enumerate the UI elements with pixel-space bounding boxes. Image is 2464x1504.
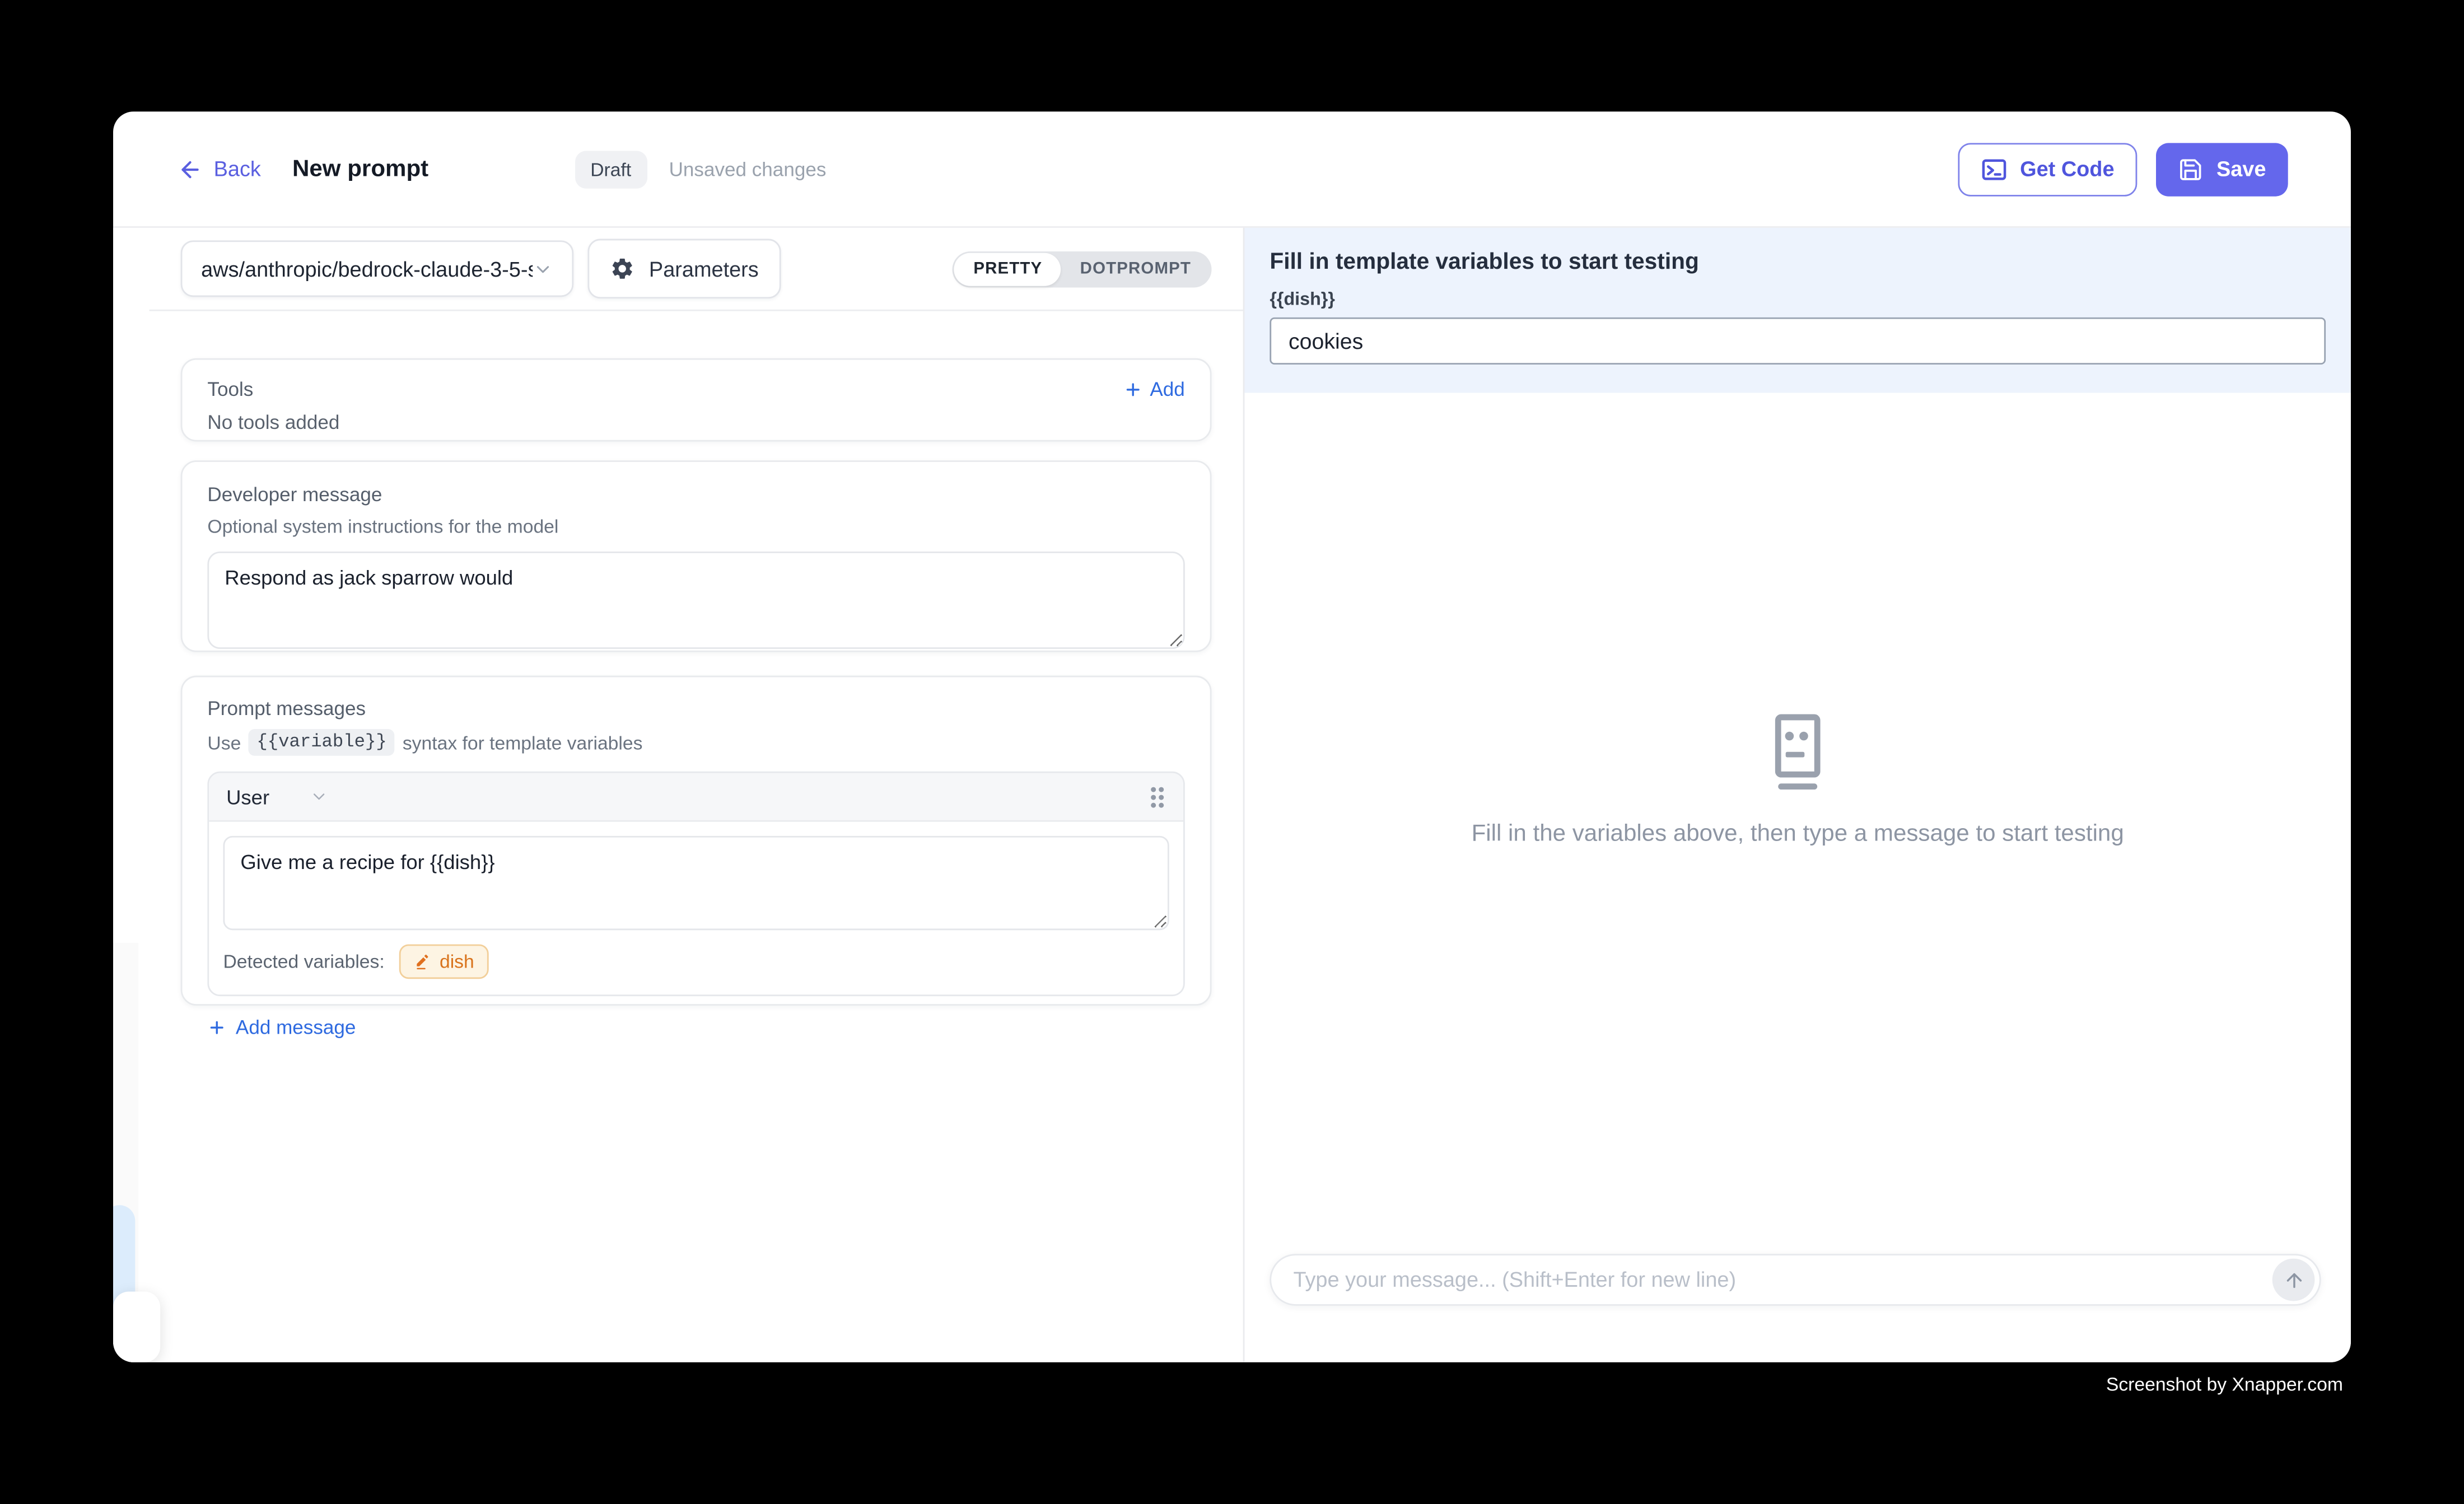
chat-input-placeholder: Type your message... (Shift+Enter for ne… bbox=[1293, 1268, 2272, 1292]
role-value: User bbox=[226, 785, 269, 809]
model-selector-value: aws/anthropic/bedrock-claude-3-5-s... bbox=[201, 257, 533, 281]
chevron-down-icon bbox=[310, 787, 329, 806]
tools-title: Tools bbox=[207, 379, 253, 400]
tools-card: Tools Add No tools added bbox=[181, 358, 1212, 442]
gear-icon bbox=[610, 256, 635, 281]
chevron-down-icon bbox=[533, 259, 553, 279]
terminal-icon bbox=[1982, 156, 2008, 181]
robot-icon bbox=[1762, 713, 1834, 792]
tools-empty-text: No tools added bbox=[207, 412, 1184, 433]
detected-variables-label: Detected variables: bbox=[223, 951, 384, 973]
message-block: User Give me a recipe for bbox=[207, 772, 1184, 996]
pencil-icon bbox=[413, 952, 432, 971]
variable-name-label: {{dish}} bbox=[1270, 291, 2326, 310]
watermark-text: Screenshot by Xnapper.com bbox=[113, 1374, 2343, 1395]
test-panel: Fill in template variables to start test… bbox=[1244, 228, 2351, 1362]
detected-variables-row: Detected variables: dish bbox=[209, 930, 1183, 994]
toggle-option-pretty[interactable]: PRETTY bbox=[955, 252, 1061, 285]
add-tool-button[interactable]: Add bbox=[1123, 379, 1185, 400]
chat-empty-state: Fill in the variables above, then type a… bbox=[1244, 713, 2351, 847]
save-button[interactable]: Save bbox=[2157, 142, 2288, 195]
status-badge: Draft bbox=[575, 150, 647, 188]
subtitle-prefix: Use bbox=[207, 731, 241, 753]
prompt-messages-card: Prompt messages Use {{variable}} syntax … bbox=[181, 676, 1212, 1006]
screen: Back New prompt Draft Unsaved changes Ge… bbox=[0, 0, 2464, 1503]
chat-message-input[interactable]: Type your message... (Shift+Enter for ne… bbox=[1270, 1254, 2321, 1306]
corner-popover-fragment bbox=[113, 1292, 160, 1362]
message-header: User bbox=[209, 773, 1183, 822]
parameters-label: Parameters bbox=[649, 257, 759, 281]
save-label: Save bbox=[2216, 157, 2266, 181]
variable-chip-label: dish bbox=[440, 951, 474, 973]
prompt-messages-title: Prompt messages bbox=[207, 698, 1184, 720]
get-code-label: Get Code bbox=[2020, 157, 2114, 181]
developer-message-title: Developer message bbox=[207, 484, 1184, 506]
get-code-button[interactable]: Get Code bbox=[1959, 142, 2138, 195]
save-icon bbox=[2179, 156, 2204, 181]
template-variables-title: Fill in template variables to start test… bbox=[1270, 250, 2326, 275]
header: Back New prompt Draft Unsaved changes Ge… bbox=[113, 111, 2351, 228]
developer-message-textarea[interactable]: Respond as jack sparrow would bbox=[207, 552, 1184, 649]
parameters-button[interactable]: Parameters bbox=[587, 239, 781, 299]
developer-message-card: Developer message Optional system instru… bbox=[181, 460, 1212, 652]
view-mode-toggle: PRETTY DOTPROMPT bbox=[953, 251, 1212, 287]
prompt-messages-subtitle: Use {{variable}} syntax for template var… bbox=[207, 729, 1184, 756]
add-tool-label: Add bbox=[1150, 379, 1184, 400]
drag-handle-icon[interactable] bbox=[1149, 785, 1166, 809]
prompt-editor-panel: aws/anthropic/bedrock-claude-3-5-s... Pa… bbox=[113, 228, 1244, 1362]
plus-icon bbox=[1123, 380, 1142, 399]
back-button[interactable]: Back bbox=[178, 156, 261, 181]
back-label: Back bbox=[214, 157, 261, 181]
plus-icon bbox=[207, 1018, 226, 1037]
back-arrow-icon bbox=[178, 156, 203, 181]
variable-value-input[interactable] bbox=[1270, 317, 2326, 365]
unsaved-changes-text: Unsaved changes bbox=[669, 158, 827, 180]
empty-state-text: Fill in the variables above, then type a… bbox=[1244, 820, 2351, 847]
variable-syntax-chip: {{variable}} bbox=[249, 729, 394, 756]
user-message-textarea[interactable]: Give me a recipe for {{dish}} bbox=[223, 836, 1169, 930]
arrow-up-icon bbox=[2283, 1269, 2304, 1291]
role-selector[interactable]: User bbox=[226, 785, 329, 809]
add-message-label: Add message bbox=[236, 1017, 356, 1039]
template-variables-box: Fill in template variables to start test… bbox=[1244, 228, 2351, 393]
page-title: New prompt bbox=[292, 156, 428, 183]
variable-chip-dish[interactable]: dish bbox=[399, 944, 488, 979]
message-body: Give me a recipe for {{dish}} bbox=[209, 822, 1183, 931]
editor-toolbar: aws/anthropic/bedrock-claude-3-5-s... Pa… bbox=[150, 228, 1243, 311]
editor-content: Tools Add No tools added bbox=[113, 311, 1243, 1006]
subtitle-suffix: syntax for template variables bbox=[403, 731, 643, 753]
main-split: aws/anthropic/bedrock-claude-3-5-s... Pa… bbox=[113, 228, 2351, 1362]
add-message-button[interactable]: Add message bbox=[207, 1017, 1184, 1039]
model-selector[interactable]: aws/anthropic/bedrock-claude-3-5-s... bbox=[181, 240, 574, 297]
developer-message-subtitle: Optional system instructions for the mod… bbox=[207, 515, 1184, 537]
send-button[interactable] bbox=[2272, 1259, 2315, 1301]
toggle-option-dotprompt[interactable]: DOTPROMPT bbox=[1061, 252, 1210, 285]
app-window: Back New prompt Draft Unsaved changes Ge… bbox=[113, 111, 2351, 1362]
